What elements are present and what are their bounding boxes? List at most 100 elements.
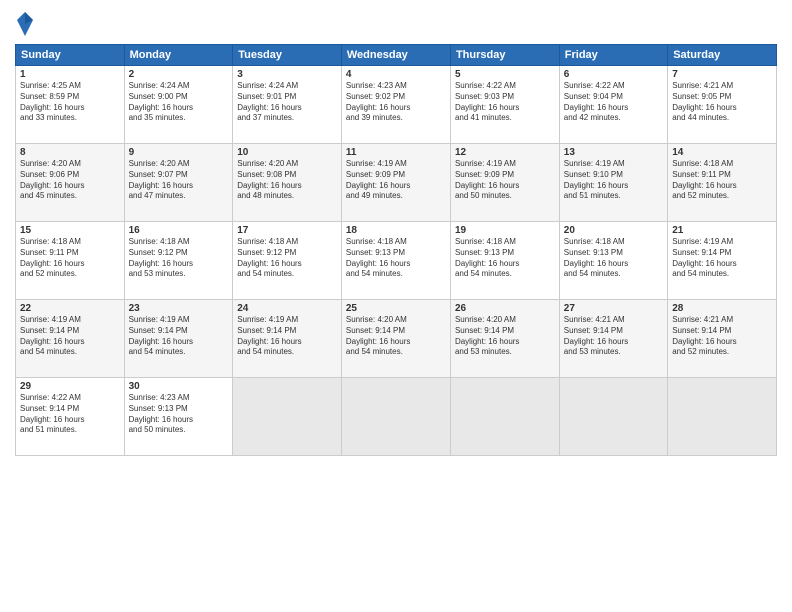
- calendar-cell: 17Sunrise: 4:18 AM Sunset: 9:12 PM Dayli…: [233, 222, 342, 300]
- day-header-wednesday: Wednesday: [341, 45, 450, 66]
- calendar-cell: [668, 378, 777, 456]
- day-info: Sunrise: 4:25 AM Sunset: 8:59 PM Dayligh…: [20, 81, 120, 124]
- day-number: 17: [237, 225, 337, 236]
- calendar-cell: 14Sunrise: 4:18 AM Sunset: 9:11 PM Dayli…: [668, 144, 777, 222]
- day-number: 8: [20, 147, 120, 158]
- calendar-cell: [233, 378, 342, 456]
- day-info: Sunrise: 4:19 AM Sunset: 9:10 PM Dayligh…: [564, 159, 663, 202]
- logo: [15, 10, 39, 38]
- day-number: 2: [129, 69, 229, 80]
- page: SundayMondayTuesdayWednesdayThursdayFrid…: [0, 0, 792, 612]
- calendar-cell: [559, 378, 667, 456]
- calendar-cell: 8Sunrise: 4:20 AM Sunset: 9:06 PM Daylig…: [16, 144, 125, 222]
- day-number: 3: [237, 69, 337, 80]
- calendar-cell: 25Sunrise: 4:20 AM Sunset: 9:14 PM Dayli…: [341, 300, 450, 378]
- calendar-cell: 23Sunrise: 4:19 AM Sunset: 9:14 PM Dayli…: [124, 300, 233, 378]
- calendar-cell: 13Sunrise: 4:19 AM Sunset: 9:10 PM Dayli…: [559, 144, 667, 222]
- calendar-cell: 2Sunrise: 4:24 AM Sunset: 9:00 PM Daylig…: [124, 66, 233, 144]
- day-number: 22: [20, 303, 120, 314]
- day-header-sunday: Sunday: [16, 45, 125, 66]
- day-number: 7: [672, 69, 772, 80]
- calendar-cell: 19Sunrise: 4:18 AM Sunset: 9:13 PM Dayli…: [450, 222, 559, 300]
- day-number: 12: [455, 147, 555, 158]
- day-number: 27: [564, 303, 663, 314]
- day-info: Sunrise: 4:21 AM Sunset: 9:14 PM Dayligh…: [672, 315, 772, 358]
- day-info: Sunrise: 4:19 AM Sunset: 9:14 PM Dayligh…: [129, 315, 229, 358]
- day-number: 14: [672, 147, 772, 158]
- calendar-cell: 12Sunrise: 4:19 AM Sunset: 9:09 PM Dayli…: [450, 144, 559, 222]
- calendar-header-row: SundayMondayTuesdayWednesdayThursdayFrid…: [16, 45, 777, 66]
- day-number: 24: [237, 303, 337, 314]
- calendar-week-4: 22Sunrise: 4:19 AM Sunset: 9:14 PM Dayli…: [16, 300, 777, 378]
- calendar-table: SundayMondayTuesdayWednesdayThursdayFrid…: [15, 44, 777, 456]
- day-info: Sunrise: 4:20 AM Sunset: 9:06 PM Dayligh…: [20, 159, 120, 202]
- day-info: Sunrise: 4:23 AM Sunset: 9:02 PM Dayligh…: [346, 81, 446, 124]
- day-info: Sunrise: 4:18 AM Sunset: 9:11 PM Dayligh…: [20, 237, 120, 280]
- day-header-tuesday: Tuesday: [233, 45, 342, 66]
- day-number: 16: [129, 225, 229, 236]
- calendar-cell: 22Sunrise: 4:19 AM Sunset: 9:14 PM Dayli…: [16, 300, 125, 378]
- calendar-cell: 11Sunrise: 4:19 AM Sunset: 9:09 PM Dayli…: [341, 144, 450, 222]
- logo-icon: [15, 10, 35, 38]
- calendar-cell: 7Sunrise: 4:21 AM Sunset: 9:05 PM Daylig…: [668, 66, 777, 144]
- calendar-cell: 24Sunrise: 4:19 AM Sunset: 9:14 PM Dayli…: [233, 300, 342, 378]
- calendar-cell: 28Sunrise: 4:21 AM Sunset: 9:14 PM Dayli…: [668, 300, 777, 378]
- day-info: Sunrise: 4:19 AM Sunset: 9:14 PM Dayligh…: [237, 315, 337, 358]
- day-number: 19: [455, 225, 555, 236]
- calendar-cell: [341, 378, 450, 456]
- day-number: 11: [346, 147, 446, 158]
- calendar-cell: 15Sunrise: 4:18 AM Sunset: 9:11 PM Dayli…: [16, 222, 125, 300]
- day-header-monday: Monday: [124, 45, 233, 66]
- day-header-saturday: Saturday: [668, 45, 777, 66]
- day-number: 29: [20, 381, 120, 392]
- day-number: 26: [455, 303, 555, 314]
- day-info: Sunrise: 4:18 AM Sunset: 9:11 PM Dayligh…: [672, 159, 772, 202]
- day-number: 28: [672, 303, 772, 314]
- calendar-cell: 26Sunrise: 4:20 AM Sunset: 9:14 PM Dayli…: [450, 300, 559, 378]
- day-header-friday: Friday: [559, 45, 667, 66]
- day-info: Sunrise: 4:19 AM Sunset: 9:14 PM Dayligh…: [20, 315, 120, 358]
- day-info: Sunrise: 4:20 AM Sunset: 9:08 PM Dayligh…: [237, 159, 337, 202]
- calendar-cell: 21Sunrise: 4:19 AM Sunset: 9:14 PM Dayli…: [668, 222, 777, 300]
- day-info: Sunrise: 4:18 AM Sunset: 9:13 PM Dayligh…: [455, 237, 555, 280]
- day-number: 1: [20, 69, 120, 80]
- calendar-cell: 16Sunrise: 4:18 AM Sunset: 9:12 PM Dayli…: [124, 222, 233, 300]
- day-info: Sunrise: 4:21 AM Sunset: 9:14 PM Dayligh…: [564, 315, 663, 358]
- day-info: Sunrise: 4:18 AM Sunset: 9:13 PM Dayligh…: [346, 237, 446, 280]
- day-info: Sunrise: 4:19 AM Sunset: 9:09 PM Dayligh…: [346, 159, 446, 202]
- day-number: 23: [129, 303, 229, 314]
- day-info: Sunrise: 4:18 AM Sunset: 9:12 PM Dayligh…: [237, 237, 337, 280]
- calendar-cell: 18Sunrise: 4:18 AM Sunset: 9:13 PM Dayli…: [341, 222, 450, 300]
- day-number: 20: [564, 225, 663, 236]
- calendar-cell: 9Sunrise: 4:20 AM Sunset: 9:07 PM Daylig…: [124, 144, 233, 222]
- calendar-cell: [450, 378, 559, 456]
- header: [15, 10, 777, 38]
- day-info: Sunrise: 4:19 AM Sunset: 9:14 PM Dayligh…: [672, 237, 772, 280]
- calendar-week-3: 15Sunrise: 4:18 AM Sunset: 9:11 PM Dayli…: [16, 222, 777, 300]
- day-number: 5: [455, 69, 555, 80]
- calendar-cell: 6Sunrise: 4:22 AM Sunset: 9:04 PM Daylig…: [559, 66, 667, 144]
- calendar-cell: 10Sunrise: 4:20 AM Sunset: 9:08 PM Dayli…: [233, 144, 342, 222]
- day-info: Sunrise: 4:20 AM Sunset: 9:14 PM Dayligh…: [346, 315, 446, 358]
- calendar-week-5: 29Sunrise: 4:22 AM Sunset: 9:14 PM Dayli…: [16, 378, 777, 456]
- day-info: Sunrise: 4:22 AM Sunset: 9:03 PM Dayligh…: [455, 81, 555, 124]
- day-info: Sunrise: 4:21 AM Sunset: 9:05 PM Dayligh…: [672, 81, 772, 124]
- day-number: 4: [346, 69, 446, 80]
- day-info: Sunrise: 4:19 AM Sunset: 9:09 PM Dayligh…: [455, 159, 555, 202]
- day-number: 10: [237, 147, 337, 158]
- calendar-week-1: 1Sunrise: 4:25 AM Sunset: 8:59 PM Daylig…: [16, 66, 777, 144]
- day-info: Sunrise: 4:22 AM Sunset: 9:14 PM Dayligh…: [20, 393, 120, 436]
- day-number: 6: [564, 69, 663, 80]
- day-number: 25: [346, 303, 446, 314]
- day-info: Sunrise: 4:20 AM Sunset: 9:07 PM Dayligh…: [129, 159, 229, 202]
- day-info: Sunrise: 4:22 AM Sunset: 9:04 PM Dayligh…: [564, 81, 663, 124]
- day-info: Sunrise: 4:18 AM Sunset: 9:13 PM Dayligh…: [564, 237, 663, 280]
- day-info: Sunrise: 4:24 AM Sunset: 9:00 PM Dayligh…: [129, 81, 229, 124]
- day-info: Sunrise: 4:20 AM Sunset: 9:14 PM Dayligh…: [455, 315, 555, 358]
- day-header-thursday: Thursday: [450, 45, 559, 66]
- day-number: 13: [564, 147, 663, 158]
- day-number: 30: [129, 381, 229, 392]
- day-number: 21: [672, 225, 772, 236]
- calendar-cell: 27Sunrise: 4:21 AM Sunset: 9:14 PM Dayli…: [559, 300, 667, 378]
- day-info: Sunrise: 4:18 AM Sunset: 9:12 PM Dayligh…: [129, 237, 229, 280]
